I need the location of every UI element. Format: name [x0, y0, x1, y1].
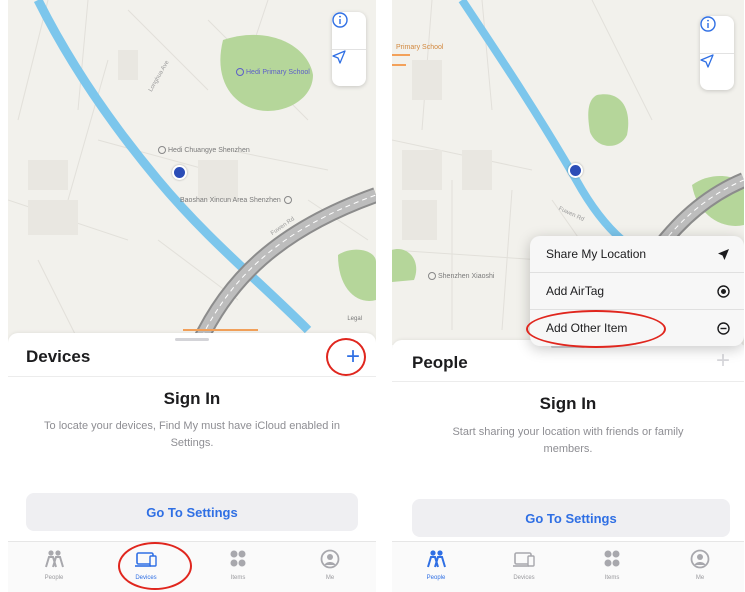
add-button[interactable]: +	[716, 349, 730, 373]
right-phone-screen: Primary School Shenzhen Xiaoshi Fuwen Rd…	[392, 0, 744, 592]
tab-label: Devices	[135, 575, 157, 581]
locate-button[interactable]	[700, 53, 734, 91]
menu-item-label: Add Other Item	[546, 321, 628, 335]
signin-title: Sign In	[539, 394, 597, 413]
items-icon	[230, 550, 246, 567]
devices-icon	[513, 552, 535, 567]
sheet-grabber[interactable]	[175, 338, 209, 341]
menu-item-label: Add AirTag	[546, 284, 605, 298]
me-icon	[690, 549, 710, 569]
tab-bar: People Devices Items Me	[8, 541, 376, 592]
divider	[8, 376, 376, 377]
signin-description: Start sharing your location with friends…	[452, 426, 684, 455]
map-graphics	[8, 0, 376, 345]
location-arrow-icon	[716, 247, 730, 261]
tab-me[interactable]: Me	[284, 542, 376, 592]
tab-label: Me	[325, 575, 335, 581]
go-to-settings-button[interactable]: Go To Settings	[412, 499, 730, 537]
tab-label: People	[426, 575, 446, 581]
poi-label[interactable]: Hedi Chuangye Shenzhen	[158, 146, 250, 155]
park	[588, 94, 629, 146]
sheet-title: People	[412, 353, 468, 372]
devices-icon	[135, 552, 157, 567]
map-controls	[700, 16, 734, 90]
tab-people[interactable]: People	[8, 542, 100, 592]
tab-bar: People Devices Items Me	[392, 541, 744, 592]
signin-description: To locate your devices, Find My must hav…	[44, 420, 340, 449]
poi-label[interactable]: Baoshan Xincun Area Shenzhen	[180, 196, 294, 205]
park-2	[338, 249, 376, 301]
poi-label[interactable]: Primary School	[396, 44, 443, 52]
info-icon	[700, 16, 716, 32]
tab-label: People	[44, 575, 64, 581]
tab-devices[interactable]: Devices	[100, 542, 192, 592]
tab-items[interactable]: Items	[192, 542, 284, 592]
people-icon	[45, 550, 64, 568]
info-button[interactable]	[332, 12, 366, 49]
location-arrow-icon	[332, 50, 346, 64]
tab-me[interactable]: Me	[656, 542, 744, 592]
map-legal-link[interactable]: Legal	[347, 316, 362, 322]
location-arrow-icon	[700, 54, 714, 68]
map-view[interactable]: Hedi Primary School Hedi Chuangye Shenzh…	[8, 0, 376, 345]
park-3	[392, 249, 417, 282]
info-icon	[332, 12, 348, 28]
tab-label: Items	[230, 575, 246, 581]
tab-people[interactable]: People	[392, 542, 480, 592]
other-item-icon	[716, 321, 730, 335]
menu-item-label: Share My Location	[546, 247, 647, 261]
add-menu: Share My Location Add AirTag Add Other I…	[530, 236, 744, 346]
plus-icon: +	[715, 347, 730, 374]
river	[458, 0, 683, 274]
menu-item-add-airtag[interactable]: Add AirTag	[530, 273, 744, 310]
map-controls	[332, 12, 366, 86]
poi-label[interactable]: Hedi Primary School	[236, 68, 310, 77]
user-location-dot[interactable]	[172, 165, 187, 180]
locate-button[interactable]	[332, 49, 366, 87]
signin-title: Sign In	[163, 389, 221, 408]
poi-label[interactable]: Shenzhen Xiaoshi	[428, 272, 494, 281]
me-icon	[320, 549, 340, 569]
people-icon	[427, 550, 446, 568]
left-phone-screen: Hedi Primary School Hedi Chuangye Shenzh…	[8, 0, 376, 592]
items-icon	[604, 550, 620, 567]
tab-label: Me	[695, 575, 705, 581]
tab-label: Devices	[513, 575, 535, 581]
tab-devices[interactable]: Devices	[480, 542, 568, 592]
plus-icon: +	[345, 343, 360, 370]
add-device-button[interactable]: +	[346, 345, 360, 369]
user-location-dot[interactable]	[568, 163, 583, 178]
menu-item-share-location[interactable]: Share My Location	[530, 236, 744, 273]
go-to-settings-button[interactable]: Go To Settings	[26, 493, 358, 531]
tab-label: Items	[604, 575, 620, 581]
divider	[392, 381, 744, 382]
sheet-title: Devices	[26, 347, 91, 366]
menu-item-add-other-item[interactable]: Add Other Item	[530, 310, 744, 346]
tab-items[interactable]: Items	[568, 542, 656, 592]
info-button[interactable]	[700, 16, 734, 53]
airtag-icon	[716, 284, 730, 298]
